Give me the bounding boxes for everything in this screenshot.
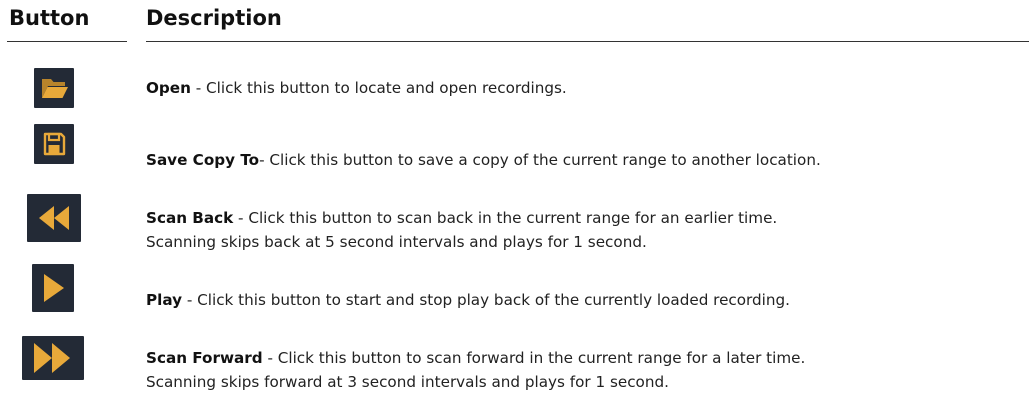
row-text: - Click this button to save a copy of th… [259, 151, 821, 169]
header-underline-description [146, 41, 1029, 42]
rewind-icon-graphic [39, 206, 69, 230]
fast-forward-icon [22, 336, 84, 380]
row-description-scan-forward: Scan Forward - Click this button to scan… [146, 346, 1031, 394]
row-description-play: Play - Click this button to start and st… [146, 288, 1031, 312]
rewind-icon [27, 194, 81, 242]
row-description-save-copy-to: Save Copy To- Click this button to save … [146, 148, 1031, 172]
row-name: Save Copy To [146, 151, 260, 169]
row-text-line2: Scanning skips forward at 3 second inter… [146, 373, 669, 391]
floppy-disk-icon [34, 124, 74, 164]
row-text-line2: Scanning skips back at 5 second interval… [146, 233, 647, 251]
row-description-open: Open - Click this button to locate and o… [146, 76, 1031, 100]
button-reference-table: Button Description Open - Click this but… [0, 0, 1036, 403]
play-icon [32, 264, 74, 312]
row-description-scan-back: Scan Back - Click this button to scan ba… [146, 206, 1031, 254]
header-underline-button [7, 41, 127, 42]
row-text: - Click this button to locate and open r… [190, 79, 567, 97]
row-name: Scan Forward [146, 349, 263, 367]
row-text: - Click this button to start and stop pl… [182, 291, 790, 309]
column-header-description: Description [146, 6, 282, 30]
row-name: Open [146, 79, 191, 97]
row-text: - Click this button to scan forward in t… [262, 349, 806, 367]
fast-forward-icon-graphic [34, 343, 70, 373]
floppy-disk-icon-graphic [43, 132, 66, 156]
row-name: Play [146, 291, 183, 309]
column-header-button: Button [9, 6, 90, 30]
row-text: - Click this button to scan back in the … [233, 209, 778, 227]
play-icon-graphic [44, 274, 64, 302]
row-name: Scan Back [146, 209, 234, 227]
folder-open-icon-graphic [42, 79, 68, 98]
folder-open-icon [34, 68, 74, 108]
